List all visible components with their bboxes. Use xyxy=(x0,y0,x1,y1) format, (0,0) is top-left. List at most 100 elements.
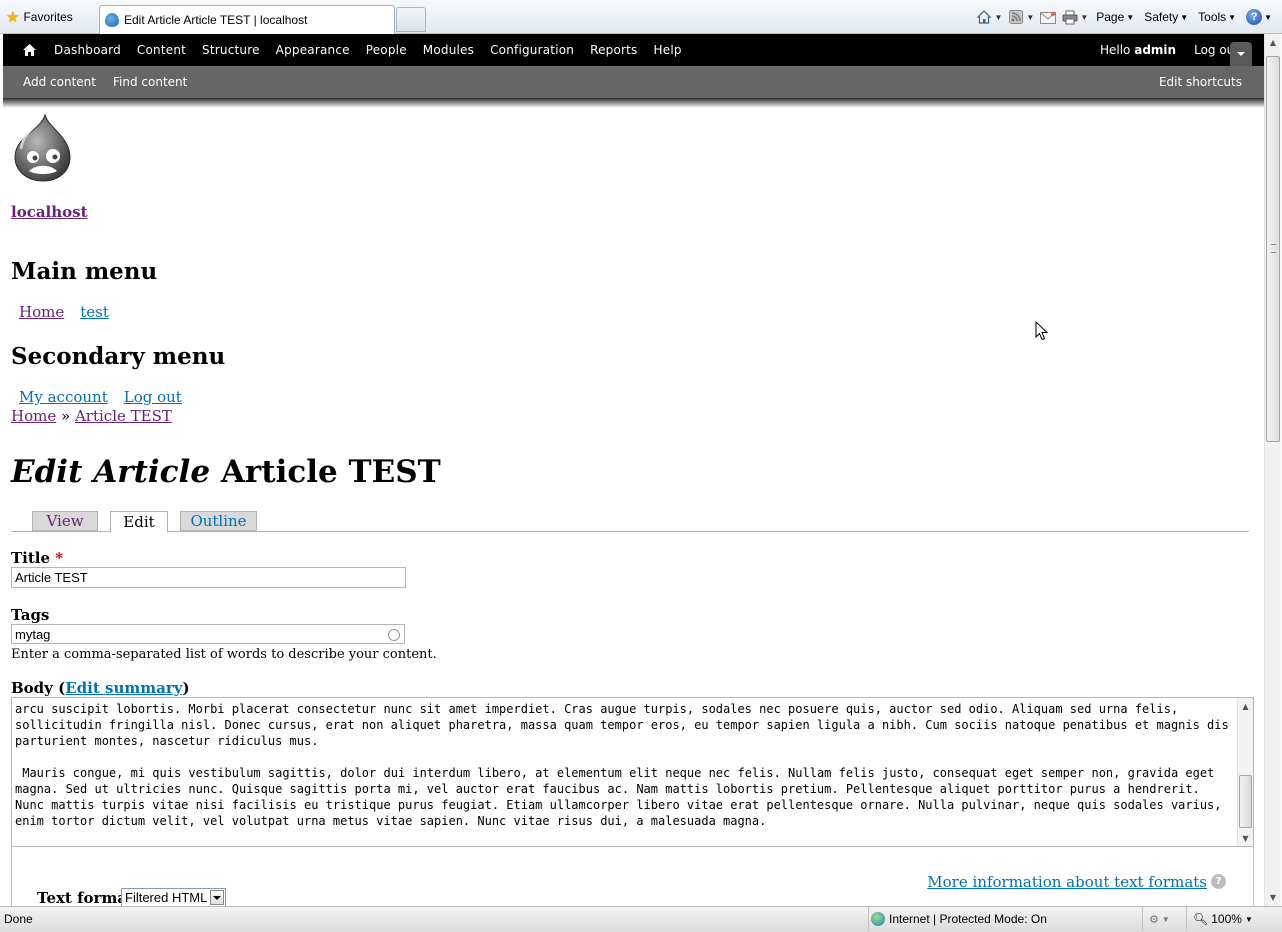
print-dropdown-icon[interactable]: ▼ xyxy=(1080,13,1088,22)
tab-view[interactable]: View xyxy=(32,511,98,531)
text-format-help-link[interactable]: More information about text formats xyxy=(927,873,1207,891)
text-format-select[interactable]: Filtered HTML xyxy=(121,888,226,906)
toolbar-menu-bar: Dashboard Content Structure Appearance P… xyxy=(3,34,1264,66)
page-scrollbar-thumb[interactable] xyxy=(1266,56,1280,442)
tags-input-value: mytag xyxy=(15,627,51,642)
toolbar-item-modules[interactable]: Modules xyxy=(415,43,482,57)
protected-mode-button[interactable]: ⚙ ▼ xyxy=(1142,907,1186,931)
zoom-button[interactable]: 🔍︎ 100% ▼ xyxy=(1186,907,1264,931)
body-label-paren-close: ) xyxy=(182,679,190,697)
toolbar-item-dashboard[interactable]: Dashboard xyxy=(46,43,129,57)
home-dropdown-icon[interactable]: ▼ xyxy=(994,13,1002,22)
resize-grip-icon[interactable] xyxy=(1266,907,1282,931)
breadcrumb-separator: » xyxy=(61,407,71,425)
body-textarea-text: arcu suscipit lobortis. Morbi placerat c… xyxy=(15,702,1229,828)
body-scrollbar[interactable]: ▲ ▼ xyxy=(1237,698,1253,846)
breadcrumb-home[interactable]: Home xyxy=(11,407,56,425)
tags-input[interactable]: mytag xyxy=(11,624,405,644)
safety-menu[interactable]: Safety ▼ xyxy=(1142,10,1190,24)
secondary-menu: My account Log out xyxy=(19,388,182,406)
safety-menu-label: Safety xyxy=(1144,10,1179,24)
question-mark-icon[interactable]: ? xyxy=(1211,874,1226,889)
edit-summary-link[interactable]: Edit summary xyxy=(65,679,182,697)
new-tab-button[interactable] xyxy=(396,7,426,32)
chevron-down-icon xyxy=(1237,52,1245,56)
scroll-down-arrow-icon[interactable]: ▼ xyxy=(1265,889,1281,906)
site-name-link[interactable]: localhost xyxy=(11,203,88,221)
security-zone[interactable]: Internet | Protected Mode: On xyxy=(868,907,1140,931)
shortcuts-toggle-button[interactable] xyxy=(1230,42,1252,66)
toolbar-shadow xyxy=(3,98,1264,108)
toolbar-item-appearance[interactable]: Appearance xyxy=(268,43,358,57)
required-marker: * xyxy=(55,549,64,567)
secondary-menu-heading: Secondary menu xyxy=(11,343,226,370)
secondary-menu-item-log-out[interactable]: Log out xyxy=(124,388,182,406)
text-format-label: Text format xyxy=(37,889,134,906)
help-menu[interactable]: ? ▼ xyxy=(1244,9,1274,25)
tab-view-label: View xyxy=(46,512,84,530)
globe-icon xyxy=(871,912,885,926)
feeds-icon xyxy=(1008,9,1024,25)
chevron-down-icon: ▼ xyxy=(1264,12,1272,22)
tab-outline[interactable]: Outline xyxy=(180,511,257,531)
tags-description: Enter a comma-separated list of words to… xyxy=(11,647,437,662)
page-title: Edit Article Article TEST xyxy=(11,454,441,490)
shortcut-list: Add content Find content xyxy=(23,66,187,98)
scroll-up-arrow-icon[interactable]: ▲ xyxy=(1265,34,1281,51)
toolbar-username[interactable]: admin xyxy=(1134,43,1176,57)
toolbar-item-reports[interactable]: Reports xyxy=(582,43,645,57)
tools-menu-label: Tools xyxy=(1198,10,1227,24)
breadcrumb-article[interactable]: Article TEST xyxy=(75,407,172,425)
page-scrollbar[interactable]: ▲ ▼ xyxy=(1264,34,1281,906)
main-menu-item-test[interactable]: test xyxy=(80,303,109,321)
favorites-label: Favorites xyxy=(23,10,73,24)
drupal-logo[interactable] xyxy=(12,113,74,183)
main-menu: Home test xyxy=(19,303,109,321)
toolbar-item-content[interactable]: Content xyxy=(129,43,194,57)
print-button[interactable]: ▼ xyxy=(1062,9,1088,25)
chevron-down-icon: ▼ xyxy=(1161,914,1170,924)
title-label-text: Title xyxy=(11,549,51,567)
toolbar-nav: Dashboard Content Structure Appearance P… xyxy=(46,34,690,66)
edit-shortcuts-label: Edit shortcuts xyxy=(1158,75,1242,89)
browser-tab-title: Edit Article Article TEST | localhost xyxy=(124,13,308,27)
body-scrollbar-thumb[interactable] xyxy=(1239,775,1252,828)
page-title-em: Edit Article xyxy=(11,454,211,490)
toolbar-home-link[interactable] xyxy=(20,34,38,66)
page-title-rest: Article TEST xyxy=(220,454,441,490)
tools-menu[interactable]: Tools ▼ xyxy=(1196,10,1238,24)
body-textarea[interactable]: arcu suscipit lobortis. Morbi placerat c… xyxy=(11,697,1254,847)
main-menu-heading: Main menu xyxy=(11,258,158,285)
edit-shortcuts-link[interactable]: Edit shortcuts xyxy=(1159,66,1242,98)
select-dropdown-button[interactable] xyxy=(210,890,224,905)
title-input[interactable]: Article TEST xyxy=(11,567,406,588)
toolbar-item-people[interactable]: People xyxy=(358,43,415,57)
tab-edit[interactable]: Edit xyxy=(110,511,168,533)
secondary-menu-item-my-account[interactable]: My account xyxy=(19,388,108,406)
page-menu[interactable]: Page ▼ xyxy=(1094,10,1136,24)
browser-tab-active[interactable]: Edit Article Article TEST | localhost xyxy=(99,5,395,34)
chevron-down-icon: ▼ xyxy=(1126,12,1135,22)
scroll-down-arrow-icon[interactable]: ▼ xyxy=(1238,830,1253,846)
scroll-up-arrow-icon[interactable]: ▲ xyxy=(1238,698,1253,714)
admin-toolbar: Dashboard Content Structure Appearance P… xyxy=(3,34,1264,108)
toolbar-item-help[interactable]: Help xyxy=(646,43,690,57)
tab-outline-label: Outline xyxy=(190,512,247,530)
tab-edit-label: Edit xyxy=(123,513,155,531)
read-mail-button[interactable] xyxy=(1040,9,1057,25)
browser-status-bar: Done Internet | Protected Mode: On ⚙ ▼ 🔍︎… xyxy=(0,906,1282,932)
toolbar-item-configuration[interactable]: Configuration xyxy=(482,43,582,57)
home-button[interactable]: ▼ xyxy=(976,9,1002,25)
text-format-selected: Filtered HTML xyxy=(125,890,208,905)
favorites-button[interactable]: ★ Favorites xyxy=(6,7,73,27)
feeds-dropdown-icon[interactable]: ▼ xyxy=(1026,13,1034,22)
shortcut-add-content[interactable]: Add content xyxy=(23,75,96,89)
read-mail-icon xyxy=(1040,9,1057,25)
main-menu-item-home[interactable]: Home xyxy=(19,303,64,321)
feeds-button[interactable]: ▼ xyxy=(1008,9,1034,25)
zoom-icon: 🔍︎ xyxy=(1193,912,1209,926)
drupal-favicon-icon xyxy=(105,13,119,27)
breadcrumb: Home » Article TEST xyxy=(11,407,172,425)
toolbar-item-structure[interactable]: Structure xyxy=(194,43,268,57)
shortcut-find-content[interactable]: Find content xyxy=(113,75,187,89)
